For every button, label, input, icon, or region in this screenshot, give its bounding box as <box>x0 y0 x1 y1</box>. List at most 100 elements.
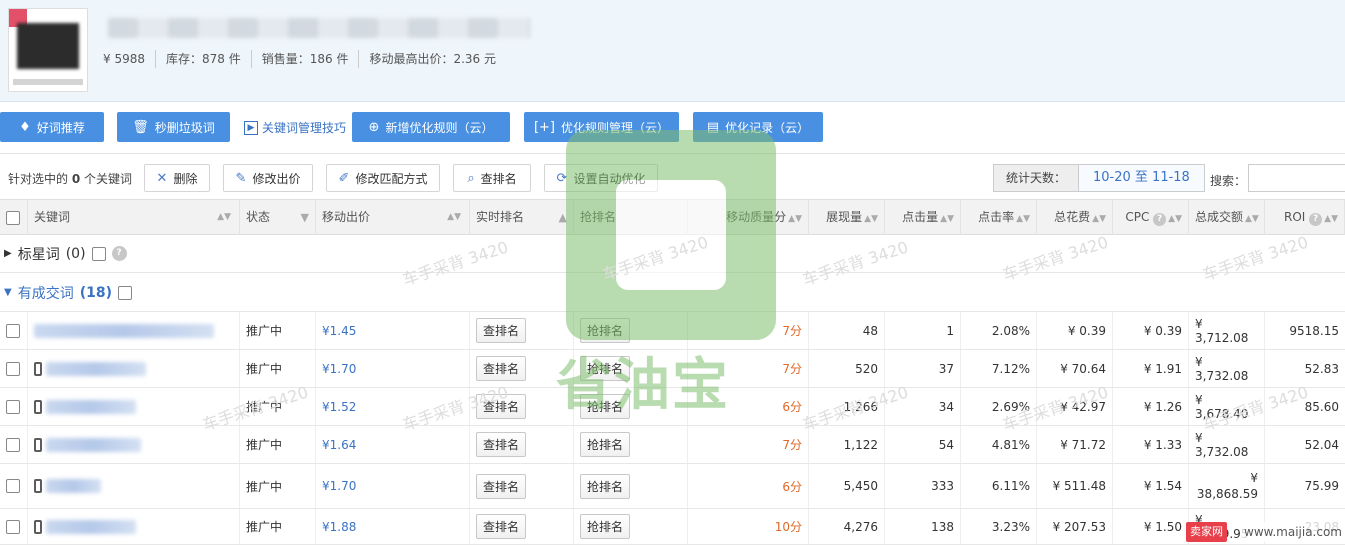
keyword-cell[interactable] <box>28 350 240 387</box>
keyword-cell[interactable] <box>28 509 240 544</box>
check-rank-row-button[interactable]: 查排名 <box>476 473 527 499</box>
bid-value[interactable]: ¥1.52 <box>322 400 356 414</box>
product-title-blurred[interactable] <box>108 18 530 38</box>
bid-cell[interactable]: ¥1.70 <box>316 464 470 508</box>
row-checkbox[interactable] <box>6 399 20 414</box>
keyword-blurred[interactable] <box>46 437 141 452</box>
keyword-cell[interactable] <box>28 464 240 508</box>
bid-cell[interactable]: ¥1.52 <box>316 388 470 425</box>
keyword-cell[interactable] <box>28 388 240 425</box>
expand-down-icon[interactable]: ▼ <box>4 287 12 298</box>
table-row[interactable]: 推广中 ¥1.64 查排名 抢排名 7分 1,122 54 4.81% ¥ 71.72 ¥ 1.3… <box>0 426 1345 464</box>
col-impressions[interactable]: 展现量 ▲▼ <box>809 200 885 235</box>
keyword-blurred[interactable] <box>46 519 136 534</box>
select-all-checkbox[interactable] <box>6 210 20 225</box>
bid-value[interactable]: ¥1.64 <box>322 438 356 452</box>
table-row[interactable]: 推广中 ¥1.45 查排名 抢排名 7分 48 1 2.08% ¥ 0.39 ¥ 0.39 ¥ 3,… <box>0 312 1345 350</box>
keyword-blurred[interactable] <box>34 323 214 338</box>
grab-rank-row-button[interactable]: 抢排名 <box>580 514 631 539</box>
keyword-tips-link[interactable]: ▶ 关键词管理技巧 <box>244 119 346 136</box>
modify-bid-button[interactable]: ✎ 修改出价 <box>223 164 313 192</box>
bid-value[interactable]: ¥1.70 <box>322 479 356 493</box>
stat-days-selector[interactable]: 统计天数： 10-20 至 11-18 <box>993 164 1205 192</box>
col-cost[interactable]: 总花费 ▲▼ <box>1037 200 1113 235</box>
search-input[interactable] <box>1248 164 1345 192</box>
col-status[interactable]: 状态 ▼ <box>240 200 316 235</box>
grab-rank-cell: 抢排名 <box>574 388 688 425</box>
table-row[interactable]: 推广中 ¥1.70 查排名 抢排名 6分 5,450 333 6.11% ¥ 511.48 ¥ 1… <box>0 464 1345 509</box>
row-select-cell <box>0 388 28 425</box>
gmv-cell: ¥ 3,732.08 <box>1189 350 1265 387</box>
opt-log-button[interactable]: ▤ 优化记录（云） <box>693 112 823 142</box>
table-row[interactable]: 推广中 ¥1.70 查排名 抢排名 7分 520 37 7.12% ¥ 70.64 ¥ 1.91 ¥… <box>0 350 1345 388</box>
col-roi[interactable]: ROI ? ▲▼ <box>1265 200 1345 235</box>
check-rank-row-button[interactable]: 查排名 <box>476 432 527 457</box>
delete-junk-button[interactable]: 🗑 秒删垃圾词 <box>117 112 230 142</box>
delete-button[interactable]: ✕ 删除 <box>144 164 210 192</box>
col-realtime-rank[interactable]: 实时排名 ▲ <box>470 200 574 235</box>
col-ctr[interactable]: 点击率 ▲▼ <box>961 200 1037 235</box>
help-icon[interactable]: ? <box>111 246 127 261</box>
cost-value: ¥ 71.72 <box>1060 437 1106 452</box>
expand-right-icon[interactable]: ▶ <box>4 248 12 259</box>
help-icon[interactable]: ? <box>1309 213 1323 226</box>
add-rule-button[interactable]: ⊕ 新增优化规则（云） <box>352 112 510 142</box>
group-deal[interactable]: ▼ 有成交词 (18) <box>0 274 1345 312</box>
action-bar: 针对选中的 0 个关键词 ✕ 删除 ✎ 修改出价 ✐ 修改匹配方式 ⌕ 查排名 … <box>0 153 1345 199</box>
modify-match-button[interactable]: ✐ 修改匹配方式 <box>326 164 440 192</box>
keyword-cell[interactable] <box>28 312 240 349</box>
help-icon[interactable]: ? <box>1153 213 1167 226</box>
group-deal-label: 有成交词 <box>17 285 74 302</box>
quality-value: 10分 <box>774 520 802 534</box>
keyword-tips-label: 关键词管理技巧 <box>262 121 347 135</box>
col-gmv[interactable]: 总成交额 ▲▼ <box>1189 200 1265 235</box>
grab-rank-row-button[interactable]: 抢排名 <box>580 394 631 419</box>
bid-cell[interactable]: ¥1.70 <box>316 350 470 387</box>
row-checkbox[interactable] <box>6 361 20 376</box>
bid-value[interactable]: ¥1.45 <box>322 324 356 338</box>
col-cpc[interactable]: CPC ? ▲▼ <box>1113 200 1189 235</box>
ctr-cell: 3.23% <box>961 509 1037 544</box>
keyword-blurred[interactable] <box>46 479 101 493</box>
product-thumbnail[interactable] <box>8 8 88 92</box>
check-rank-row-button[interactable]: 查排名 <box>476 514 527 539</box>
keyword-blurred[interactable] <box>46 399 136 414</box>
row-checkbox[interactable] <box>6 323 20 338</box>
grab-rank-row-button[interactable]: 抢排名 <box>580 356 631 381</box>
group-starred[interactable]: ▶ 标星词 (0) ? <box>0 235 1345 273</box>
bid-value[interactable]: ¥1.70 <box>322 362 356 376</box>
grab-rank-row-button[interactable]: 抢排名 <box>580 473 631 499</box>
grab-rank-cell: 抢排名 <box>574 312 688 349</box>
ctr-value: 6.11% <box>991 479 1030 493</box>
col-grab-rank-label: 抢排名 <box>580 210 617 224</box>
check-rank-button[interactable]: ⌕ 查排名 <box>453 164 531 192</box>
stat-days-value[interactable]: 10-20 至 11-18 <box>1079 165 1204 191</box>
auto-opt-button[interactable]: ⟳ 设置自动优化 <box>544 164 658 192</box>
bid-cell[interactable]: ¥1.45 <box>316 312 470 349</box>
bid-cell[interactable]: ¥1.64 <box>316 426 470 463</box>
row-checkbox[interactable] <box>6 437 20 452</box>
row-checkbox[interactable] <box>6 479 20 493</box>
check-rank-row-button[interactable]: 查排名 <box>476 318 527 343</box>
col-clicks[interactable]: 点击量 ▲▼ <box>885 200 961 235</box>
check-rank-row-button[interactable]: 查排名 <box>476 394 527 419</box>
group-starred-checkbox[interactable] <box>91 246 106 261</box>
good-words-button[interactable]: ♦ 好词推荐 <box>0 112 104 142</box>
bid-cell[interactable]: ¥1.88 <box>316 509 470 544</box>
keyword-cell[interactable] <box>28 426 240 463</box>
col-keyword[interactable]: 关键词 ▲▼ <box>28 200 240 235</box>
grab-rank-row-button[interactable]: 抢排名 <box>580 432 631 457</box>
grab-rank-row-button[interactable]: 抢排名 <box>580 318 631 343</box>
rule-manage-button[interactable]: [+] 优化规则管理（云） <box>524 112 679 142</box>
table-row[interactable]: 推广中 ¥1.52 查排名 抢排名 6分 1,266 34 2.69% ¥ 42.97 ¥ 1.2… <box>0 388 1345 426</box>
row-checkbox[interactable] <box>6 519 20 534</box>
col-quality[interactable]: 移动质量分 ▲▼ <box>688 200 809 235</box>
keyword-blurred[interactable] <box>46 361 146 376</box>
group-deal-checkbox[interactable] <box>117 285 132 300</box>
cpc-value: ¥ 1.33 <box>1143 437 1182 452</box>
bid-value[interactable]: ¥1.88 <box>322 520 356 534</box>
col-grab-rank[interactable]: 抢排名 <box>574 200 688 235</box>
check-rank-row-button[interactable]: 查排名 <box>476 356 527 381</box>
table-row[interactable]: 推广中 ¥1.88 查排名 抢排名 10分 4,276 138 3.23% ¥ 207.53 ¥ … <box>0 509 1345 545</box>
col-mobile-bid[interactable]: 移动出价 ▲▼ <box>316 200 470 235</box>
